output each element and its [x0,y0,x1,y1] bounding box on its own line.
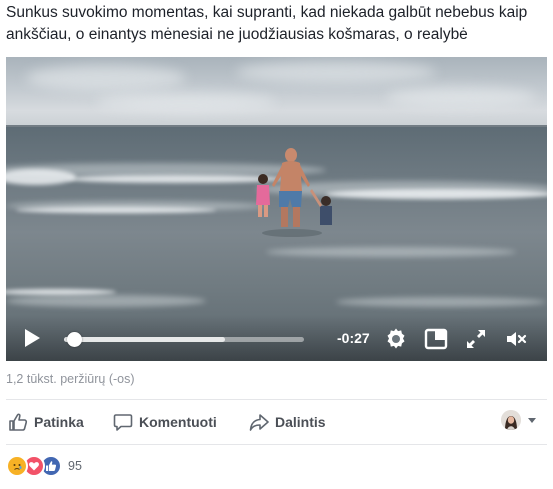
speaker-muted-icon [507,332,527,346]
sad-icon [6,455,28,477]
like-label: Patinka [34,414,84,430]
comment-button[interactable]: Komentuoti [113,400,217,444]
fullscreen-button[interactable] [464,327,488,351]
share-label: Dalintis [275,414,326,430]
video-player[interactable]: -0:27 [6,57,547,361]
audience-selector[interactable] [501,410,539,430]
post-text: Sunkus suvokimo momentas, kai supranti, … [6,4,528,43]
video-sky [6,57,547,129]
thumbs-up-icon [9,413,28,431]
action-bar: Patinka Komentuoti Dalintis [0,400,553,444]
share-arrow-icon [249,414,269,431]
person-figures [256,148,332,237]
reaction-count: 95 [68,459,82,473]
comment-label: Komentuoti [139,414,217,430]
video-controls: -0:27 [6,315,547,361]
progress-buffered [64,337,225,342]
expand-icon [467,330,485,348]
picture-in-picture-button[interactable] [424,327,448,351]
avatar [501,410,521,430]
picture-in-picture-icon [424,328,448,350]
mute-button[interactable] [504,327,528,351]
progress-thumb[interactable] [66,332,82,347]
like-button[interactable]: Patinka [8,400,84,444]
caret-down-icon [528,418,536,423]
settings-button[interactable] [384,327,408,351]
play-icon [25,329,40,347]
play-button[interactable] [22,328,42,348]
view-count: 1,2 tūkst. peržiūrų (-os) [6,372,135,386]
reaction-summary[interactable]: 95 [6,455,82,477]
divider-bottom [6,444,547,445]
share-button[interactable]: Dalintis [249,400,326,444]
comment-icon [113,414,133,431]
user-photo-icon [501,410,521,430]
progress-bar[interactable] [64,332,304,347]
gear-icon [387,328,405,349]
time-remaining: -0:27 [337,330,370,346]
